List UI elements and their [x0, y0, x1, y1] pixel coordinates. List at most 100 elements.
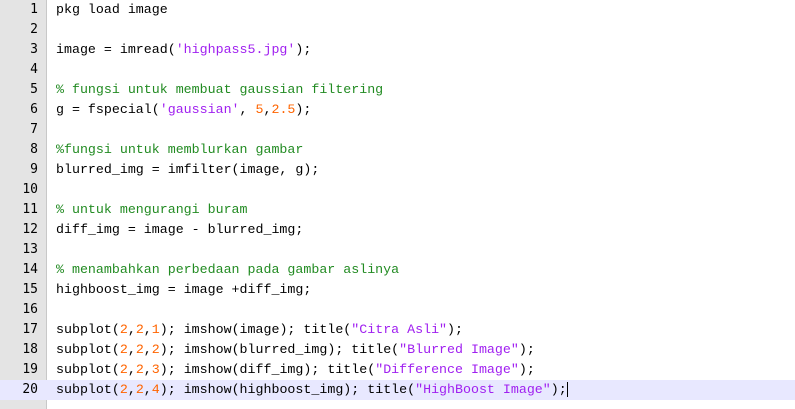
line-number: 12 [22, 222, 38, 237]
code-token-string: "Blurred Image" [399, 342, 519, 357]
code-token-number: 2 [119, 322, 128, 337]
code-token-plain: ); imshow(highboost_img); title( [159, 382, 416, 397]
code-token-comment: % fungsi untuk membuat gaussian filterin… [56, 82, 384, 97]
code-line[interactable]: 1 pkg load image [0, 0, 795, 20]
code-editor[interactable]: 1 pkg load image 2 3 image = imread('highpas… [0, 0, 795, 409]
code-line[interactable]: 9 blurred_img = imfilter(image, g); [0, 160, 795, 180]
line-number: 19 [22, 362, 38, 377]
code-text[interactable]: diff_img = image - blurred_img; [56, 220, 303, 240]
code-token-number: 1 [151, 322, 160, 337]
code-lines[interactable]: 1 pkg load image 2 3 image = imread('highpas… [0, 0, 795, 400]
code-token-plain: , [143, 322, 152, 337]
code-token-plain: , [143, 362, 152, 377]
code-token-string: "Citra Asli" [351, 322, 448, 337]
code-token-number: 2 [119, 382, 128, 397]
line-number: 2 [30, 22, 38, 37]
code-token-plain: image = imread( [56, 42, 176, 57]
code-line[interactable]: 7 [0, 120, 795, 140]
line-number: 16 [22, 302, 38, 317]
code-token-plain: ); [550, 382, 567, 397]
line-number: 10 [22, 182, 38, 197]
code-text[interactable]: subplot(2,2,4); imshow(highboost_img); t… [56, 380, 568, 400]
code-token-number: 2 [135, 342, 144, 357]
code-text[interactable]: subplot(2,2,3); imshow(diff_img); title(… [56, 360, 535, 380]
code-token-plain: ); [447, 322, 464, 337]
code-token-plain: ); [518, 362, 535, 377]
code-text[interactable]: highboost_img = image +diff_img; [56, 280, 311, 300]
code-line[interactable]: 15 highboost_img = image +diff_img; [0, 280, 795, 300]
code-token-plain: , [127, 342, 136, 357]
line-number: 4 [30, 62, 38, 77]
code-token-number: 3 [151, 362, 160, 377]
code-token-number: 2 [119, 342, 128, 357]
code-text[interactable]: subplot(2,2,2); imshow(blurred_img); tit… [56, 340, 535, 360]
code-text[interactable]: % menambahkan perbedaan pada gambar asli… [56, 260, 399, 280]
code-line[interactable]: 13 [0, 240, 795, 260]
code-line[interactable]: 11 % untuk mengurangi buram [0, 200, 795, 220]
code-token-number: 2 [119, 362, 128, 377]
code-token-plain: highboost_img = image +diff_img; [56, 282, 312, 297]
code-token-plain: ); [295, 42, 312, 57]
code-text[interactable]: blurred_img = imfilter(image, g); [56, 160, 319, 180]
code-line[interactable]: 18 subplot(2,2,2); imshow(blurred_img); t… [0, 340, 795, 360]
code-line[interactable]: 12 diff_img = image - blurred_img; [0, 220, 795, 240]
code-text[interactable]: %fungsi untuk memblurkan gambar [56, 140, 303, 160]
code-token-number: 2 [135, 382, 144, 397]
code-token-plain: subplot( [56, 322, 120, 337]
code-token-number: 2 [151, 342, 160, 357]
code-token-plain: ); imshow(blurred_img); title( [159, 342, 400, 357]
line-number: 17 [22, 322, 38, 337]
code-line[interactable]: 2 [0, 20, 795, 40]
code-text[interactable]: % untuk mengurangi buram [56, 200, 248, 220]
line-number: 14 [22, 262, 38, 277]
code-token-string: 'highpass5.jpg' [175, 42, 296, 57]
code-line[interactable]: 10 [0, 180, 795, 200]
code-line[interactable]: 20 subplot(2,2,4); imshow(highboost_img);… [0, 380, 795, 400]
line-number: 7 [30, 122, 38, 137]
code-line[interactable]: 4 [0, 60, 795, 80]
code-text[interactable]: g = fspecial('gaussian', 5,2.5); [56, 100, 311, 120]
line-number: 13 [22, 242, 38, 257]
code-token-comment: % menambahkan perbedaan pada gambar asli… [56, 262, 400, 277]
code-line[interactable]: 19 subplot(2,2,3); imshow(diff_img); titl… [0, 360, 795, 380]
code-token-plain: subplot( [56, 342, 120, 357]
code-line[interactable]: 16 [0, 300, 795, 320]
line-number: 11 [22, 202, 38, 217]
code-token-plain: , [239, 102, 256, 117]
code-line[interactable]: 6g = fspecial('gaussian', 5,2.5); [0, 100, 795, 120]
code-line[interactable]: 17 subplot(2,2,1); imshow(image); title("… [0, 320, 795, 340]
code-token-plain: ); imshow(diff_img); title( [159, 362, 376, 377]
text-caret [566, 381, 568, 397]
code-token-plain: ); [295, 102, 312, 117]
code-token-plain: subplot( [56, 382, 120, 397]
code-token-number: 4 [151, 382, 160, 397]
line-number: 8 [30, 142, 38, 157]
code-token-plain: , [127, 362, 136, 377]
code-text[interactable]: subplot(2,2,1); imshow(image); title("Ci… [56, 320, 463, 340]
code-token-number: 2 [135, 362, 144, 377]
code-line[interactable]: 8 %fungsi untuk memblurkan gambar [0, 140, 795, 160]
code-token-comment: % untuk mengurangi buram [56, 202, 248, 217]
line-number: 18 [22, 342, 38, 357]
code-token-number: 2 [135, 322, 144, 337]
code-token-plain: ); [518, 342, 535, 357]
code-token-number: 2.5 [271, 102, 296, 117]
line-number: 9 [30, 162, 38, 177]
code-text[interactable]: % fungsi untuk membuat gaussian filterin… [56, 80, 383, 100]
code-token-plain: blurred_img = imfilter(image, g); [56, 162, 320, 177]
line-number: 15 [22, 282, 38, 297]
code-token-plain: subplot( [56, 362, 120, 377]
code-token-string: 'gaussian' [159, 102, 240, 117]
code-text[interactable]: image = imread('highpass5.jpg'); [56, 40, 311, 60]
code-token-plain: , [127, 322, 136, 337]
code-line[interactable]: 3 image = imread('highpass5.jpg'); [0, 40, 795, 60]
line-number: 1 [30, 2, 38, 17]
code-line[interactable]: 5 % fungsi untuk membuat gaussian filteri… [0, 80, 795, 100]
code-token-plain: ); imshow(image); title( [159, 322, 352, 337]
code-token-string: "HighBoost Image" [415, 382, 551, 397]
line-number: 5 [30, 82, 38, 97]
code-text[interactable]: pkg load image [56, 0, 168, 20]
line-number: 20 [22, 382, 38, 397]
code-line[interactable]: 14 % menambahkan perbedaan pada gambar as… [0, 260, 795, 280]
line-number: 6 [30, 102, 38, 117]
